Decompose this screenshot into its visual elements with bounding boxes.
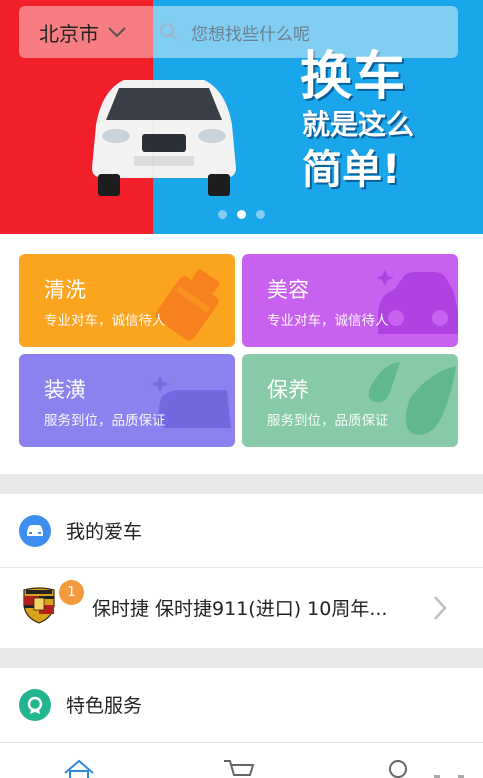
oil-can-icon: [155, 269, 220, 341]
my-car-item[interactable]: 1 保时捷 保时捷911(进口) 10周年...: [0, 568, 483, 648]
special-services-title: 特色服务: [66, 695, 143, 717]
my-car-title: 我的爱车: [66, 521, 143, 543]
carousel-dot[interactable]: [256, 210, 265, 219]
chevron-right-icon: [434, 596, 447, 620]
chevron-down-icon: [108, 27, 126, 38]
service-grid: 清洗 专业对车，诚信待人 美容 专业对车，诚信待人 装潢 服务到位，品质保证 保…: [19, 254, 458, 448]
service-title: 保养: [267, 378, 309, 402]
windshield-icon: [151, 376, 231, 428]
car-icon: [19, 514, 51, 547]
notification-badge: 1: [59, 580, 84, 605]
carousel-dot-active[interactable]: [237, 210, 246, 219]
city-selector[interactable]: 北京市: [19, 6, 153, 58]
search-placeholder: 您想找些什么呢: [191, 24, 310, 45]
service-tile-wash[interactable]: 清洗 专业对车，诚信待人: [19, 254, 235, 347]
city-label: 北京市: [39, 21, 99, 46]
home-icon[interactable]: [62, 757, 96, 778]
profile-icon[interactable]: [382, 757, 416, 778]
drop-icon: [368, 362, 456, 435]
service-tile-decoration[interactable]: 装潢 服务到位，品质保证: [19, 354, 235, 447]
service-subtitle: 服务到位，品质保证: [44, 413, 166, 429]
service-subtitle: 专业对车，诚信待人: [267, 313, 389, 329]
special-services-section-header[interactable]: 特色服务: [0, 668, 483, 741]
slogan-line-2: 就是这么: [302, 108, 415, 141]
service-title: 美容: [267, 278, 309, 302]
car-icon: [376, 270, 458, 334]
banner-slogan: 换车 就是这么 简单!: [300, 48, 414, 196]
service-subtitle: 服务到位，品质保证: [267, 413, 389, 429]
car-name: 保时捷 保时捷911(进口) 10周年...: [92, 598, 388, 620]
my-car-section-header[interactable]: 我的爱车: [0, 494, 483, 567]
bottom-tab-bar: [0, 742, 483, 778]
service-title: 清洗: [44, 278, 86, 302]
service-tile-maintenance[interactable]: 保养 服务到位，品质保证: [242, 354, 458, 447]
cart-icon[interactable]: [222, 757, 256, 778]
carousel-indicator: [218, 210, 265, 219]
carousel-dot[interactable]: [218, 210, 227, 219]
porsche-logo: [23, 587, 55, 624]
status-indicators: [434, 775, 464, 778]
section-separator: [0, 474, 483, 494]
service-tile-beauty[interactable]: 美容 专业对车，诚信待人: [242, 254, 458, 347]
service-title: 装潢: [44, 378, 86, 402]
service-subtitle: 专业对车，诚信待人: [44, 313, 166, 329]
section-separator: [0, 648, 483, 668]
car-image: [92, 50, 236, 200]
award-icon: [19, 688, 51, 721]
search-input[interactable]: 您想找些什么呢: [153, 6, 458, 58]
slogan-line-3: 简单!: [302, 147, 401, 193]
search-icon: [160, 23, 178, 41]
